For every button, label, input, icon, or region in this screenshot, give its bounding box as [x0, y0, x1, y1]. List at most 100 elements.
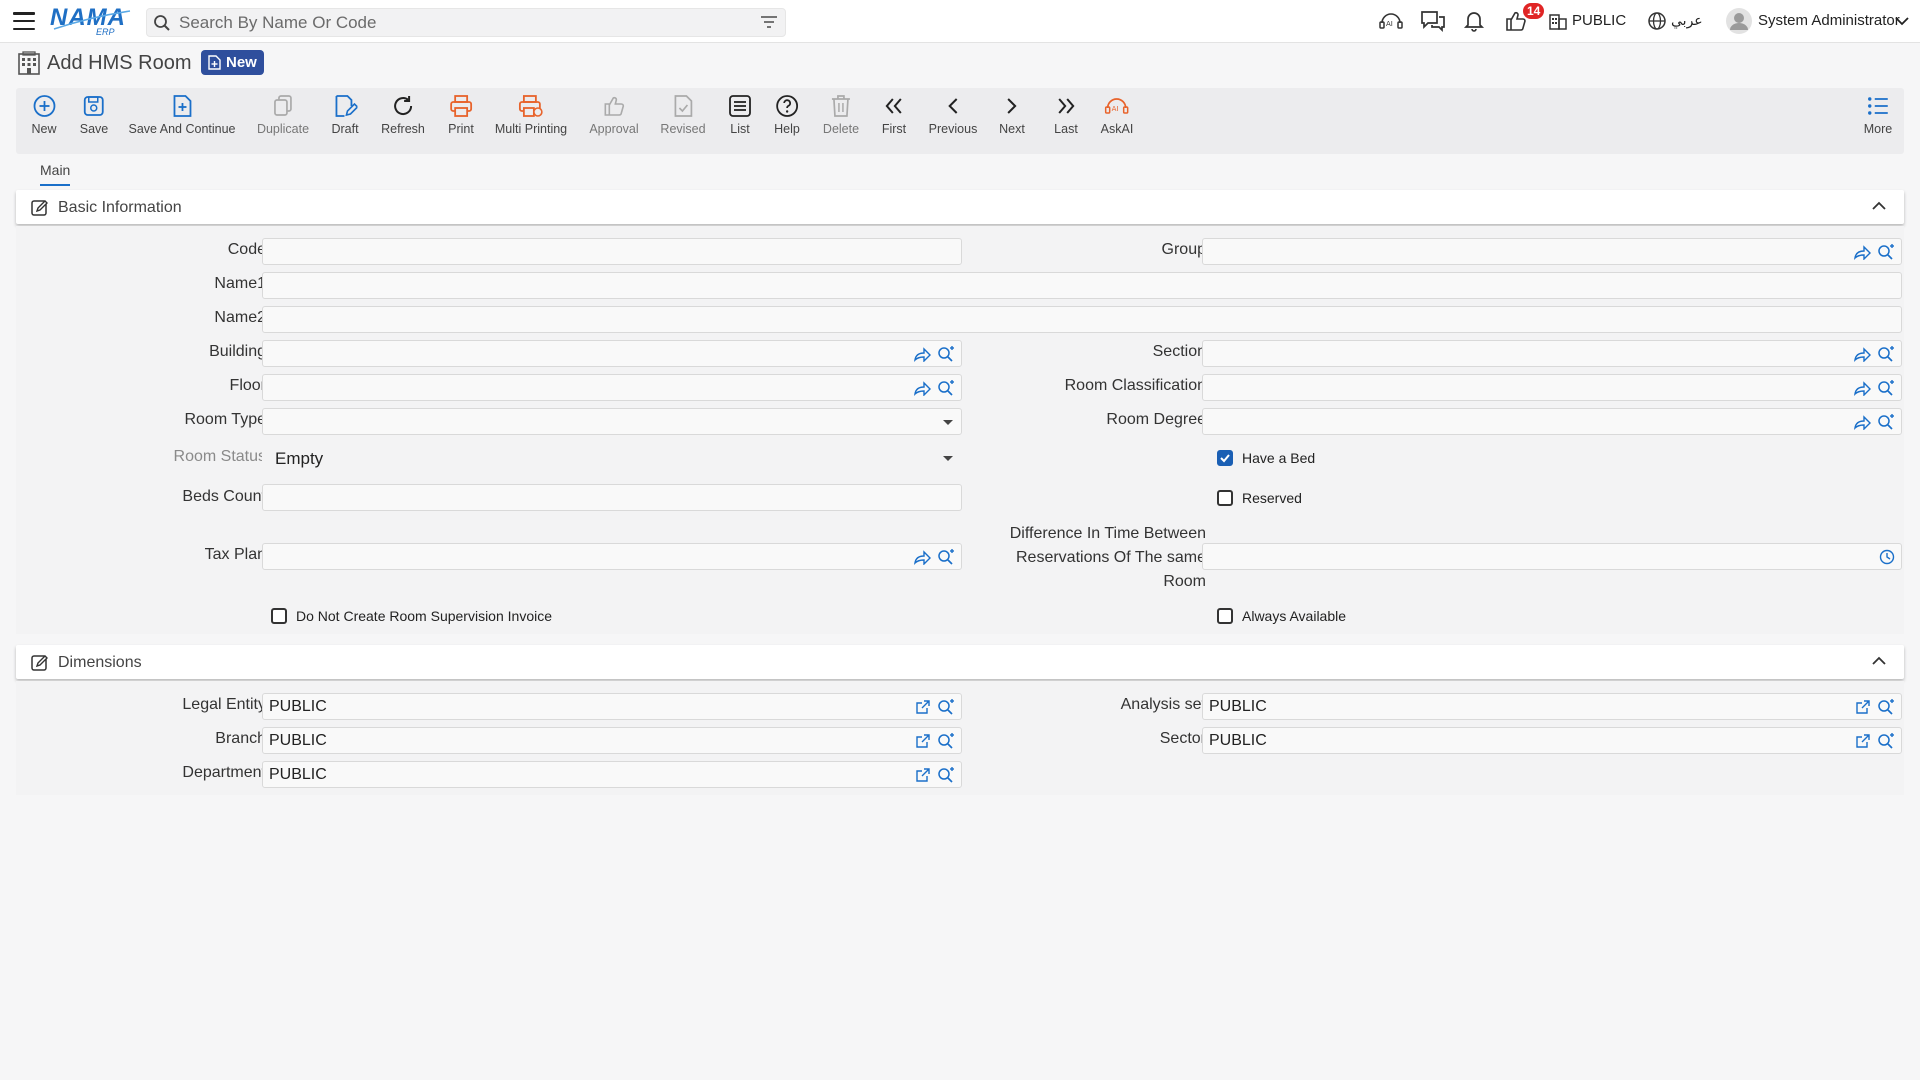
- share-arrow-icon[interactable]: [913, 346, 931, 362]
- have-a-bed-checkbox[interactable]: [1217, 450, 1233, 466]
- chevron-down-icon[interactable]: [1895, 16, 1909, 26]
- approval-label: Approval: [589, 122, 639, 136]
- approval-button[interactable]: Approval: [589, 93, 639, 149]
- group-field[interactable]: [1202, 238, 1902, 265]
- notification-bell-icon[interactable]: [1462, 9, 1486, 33]
- room-degree-field[interactable]: [1202, 408, 1902, 435]
- share-arrow-icon[interactable]: [913, 380, 931, 396]
- department-field[interactable]: PUBLIC: [262, 761, 962, 788]
- open-external-icon[interactable]: [1855, 733, 1871, 749]
- share-arrow-icon[interactable]: [1853, 380, 1871, 396]
- branch-field[interactable]: PUBLIC: [262, 727, 962, 754]
- first-button[interactable]: First: [882, 93, 906, 149]
- lookup-search-icon[interactable]: [937, 549, 955, 565]
- next-button[interactable]: Next: [999, 93, 1025, 149]
- filter-icon[interactable]: [761, 15, 777, 29]
- multi-printing-button[interactable]: Multi Printing: [495, 93, 567, 149]
- list-button[interactable]: List: [728, 93, 752, 149]
- help-button[interactable]: Help: [774, 93, 800, 149]
- last-button[interactable]: Last: [1054, 93, 1078, 149]
- globe-icon[interactable]: [1647, 11, 1667, 31]
- tax-plan-field[interactable]: [262, 543, 962, 570]
- share-arrow-icon[interactable]: [913, 549, 931, 565]
- open-external-icon[interactable]: [1855, 699, 1871, 715]
- room-status-dropdown[interactable]: Empty: [262, 443, 962, 473]
- open-external-icon[interactable]: [915, 733, 931, 749]
- room-classification-field[interactable]: [1202, 374, 1902, 401]
- print-button[interactable]: Print: [448, 93, 474, 149]
- chevron-up-icon[interactable]: [1872, 656, 1886, 666]
- lookup-search-icon[interactable]: [1877, 699, 1895, 715]
- ai-assistant-icon[interactable]: AI: [1378, 9, 1404, 33]
- share-arrow-icon[interactable]: [1853, 244, 1871, 260]
- revised-button[interactable]: Revised: [660, 93, 706, 149]
- chat-icon[interactable]: [1420, 9, 1446, 33]
- lookup-search-icon[interactable]: [1877, 414, 1895, 430]
- open-external-icon[interactable]: [915, 699, 931, 715]
- section-label: Section: [1152, 343, 1206, 360]
- open-external-icon[interactable]: [915, 767, 931, 783]
- always-available-checkbox[interactable]: [1217, 608, 1233, 624]
- lookup-search-icon[interactable]: [1877, 380, 1895, 396]
- clock-icon[interactable]: [1879, 549, 1895, 565]
- time-difference-field[interactable]: [1202, 543, 1902, 570]
- save-and-continue-button[interactable]: Save And Continue: [128, 93, 236, 149]
- refresh-button[interactable]: Refresh: [381, 93, 425, 149]
- top-navbar: NAMA ERP AI 14 PUBLIC عربي System Admini…: [0, 0, 1920, 43]
- menu-icon[interactable]: [13, 12, 35, 30]
- multi-printer-icon: [519, 95, 543, 117]
- beds-count-field[interactable]: [262, 484, 962, 511]
- user-menu[interactable]: System Administrator: [1758, 12, 1900, 29]
- branch-label: Branch: [215, 730, 266, 747]
- lookup-search-icon[interactable]: [937, 699, 955, 715]
- reserved-checkbox[interactable]: [1217, 490, 1233, 506]
- duplicate-button[interactable]: Duplicate: [257, 93, 309, 149]
- department-label: Department: [182, 764, 266, 781]
- building-field[interactable]: [262, 340, 962, 367]
- section-field[interactable]: [1202, 340, 1902, 367]
- more-button[interactable]: More: [1864, 93, 1892, 149]
- company-selector[interactable]: PUBLIC: [1572, 12, 1626, 29]
- analysis-set-field[interactable]: PUBLIC: [1202, 693, 1902, 720]
- lookup-search-icon[interactable]: [937, 733, 955, 749]
- nama-erp-logo[interactable]: NAMA ERP: [50, 3, 132, 37]
- lookup-search-icon[interactable]: [937, 380, 955, 396]
- list-label: List: [730, 122, 750, 136]
- floor-field[interactable]: [262, 374, 962, 401]
- multi-printing-label: Multi Printing: [494, 122, 568, 136]
- search-input[interactable]: [179, 12, 739, 34]
- name2-field[interactable]: [262, 306, 1902, 333]
- room-type-dropdown[interactable]: [262, 408, 962, 435]
- share-arrow-icon[interactable]: [1853, 414, 1871, 430]
- lookup-search-icon[interactable]: [1877, 346, 1895, 362]
- language-switch[interactable]: عربي: [1671, 12, 1703, 29]
- checkmark-icon: [1220, 454, 1230, 463]
- lookup-search-icon[interactable]: [937, 346, 955, 362]
- no-supervision-invoice-checkbox[interactable]: [271, 608, 287, 624]
- lookup-search-icon[interactable]: [1877, 733, 1895, 749]
- company-building-icon[interactable]: [1548, 11, 1568, 31]
- time-difference-label-line3: Room: [1163, 573, 1206, 590]
- refresh-label: Refresh: [381, 122, 425, 136]
- previous-button[interactable]: Previous: [929, 93, 977, 149]
- chevron-up-icon[interactable]: [1872, 201, 1886, 211]
- new-button[interactable]: New: [31, 93, 57, 149]
- user-avatar-icon[interactable]: [1726, 8, 1752, 34]
- name1-field[interactable]: [262, 272, 1902, 299]
- lookup-search-icon[interactable]: [937, 767, 955, 783]
- share-arrow-icon[interactable]: [1853, 346, 1871, 362]
- tab-main[interactable]: Main: [40, 162, 71, 186]
- hotel-building-icon: [18, 51, 40, 75]
- basic-information-header[interactable]: Basic Information: [16, 190, 1904, 224]
- analysis-set-value: PUBLIC: [1209, 698, 1267, 715]
- draft-button[interactable]: Draft: [331, 93, 359, 149]
- delete-button[interactable]: Delete: [823, 93, 859, 149]
- legal-entity-field[interactable]: PUBLIC: [262, 693, 962, 720]
- ask-ai-button[interactable]: AI AskAI: [1101, 93, 1133, 149]
- code-field[interactable]: [262, 238, 962, 265]
- sector-field[interactable]: PUBLIC: [1202, 727, 1902, 754]
- dimensions-header[interactable]: Dimensions: [16, 645, 1904, 679]
- lookup-search-icon[interactable]: [1877, 244, 1895, 260]
- time-difference-label-line2: Reservations Of The same: [1015, 549, 1206, 566]
- save-button[interactable]: Save: [80, 93, 108, 149]
